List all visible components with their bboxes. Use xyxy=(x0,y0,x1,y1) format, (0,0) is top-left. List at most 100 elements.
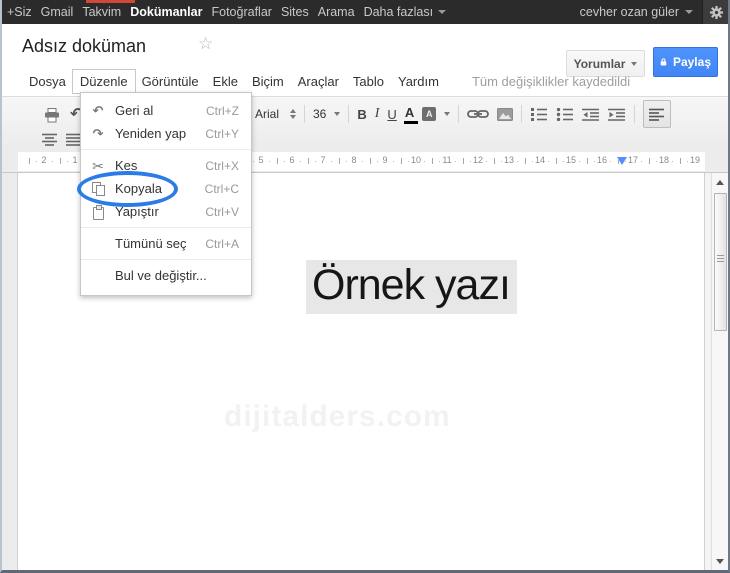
settings-button[interactable] xyxy=(702,0,730,24)
redo-icon xyxy=(89,126,107,142)
scroll-up-button[interactable] xyxy=(712,174,728,190)
toolbar-separator xyxy=(634,105,636,123)
ruler-dot xyxy=(625,161,627,162)
ruler-dot xyxy=(51,161,53,162)
menu-item-kes[interactable]: Kes Ctrl+X xyxy=(81,154,251,177)
ruler-dot xyxy=(563,161,565,162)
ruler-number: 18 xyxy=(658,155,670,165)
topbar-item-dok-manlar[interactable]: Dokümanlar xyxy=(130,5,202,19)
align-center-button[interactable] xyxy=(42,133,58,146)
ruler-tick xyxy=(400,158,402,164)
watermark: dijitalders.com xyxy=(224,400,451,433)
ruler-tick xyxy=(431,158,433,164)
indent-button[interactable] xyxy=(608,108,626,121)
scrollbar-thumb[interactable] xyxy=(714,193,727,331)
menu-item-yap-t-r[interactable]: Yapıştır Ctrl+V xyxy=(81,200,251,223)
highlight-caret-icon[interactable] xyxy=(444,112,451,116)
scroll-down-button[interactable] xyxy=(712,553,728,569)
menu-ara-lar[interactable]: Araçlar xyxy=(291,70,346,93)
topbar-item-takvim[interactable]: Takvim xyxy=(82,5,121,19)
menubar: Dosya Düzenle Görüntüle Ekle Biçim Araçlar Tab… xyxy=(22,68,630,94)
menu-item-shortcut: Ctrl+Z xyxy=(206,103,239,118)
image-icon xyxy=(497,107,514,121)
ruler-tick xyxy=(28,158,30,164)
menu-yard-m[interactable]: Yardım xyxy=(391,70,446,93)
numbered-list-button[interactable] xyxy=(530,107,548,121)
ruler-number: 7 xyxy=(320,155,326,165)
topbar-item-arama[interactable]: Arama xyxy=(318,5,355,19)
vertical-scrollbar[interactable] xyxy=(711,172,728,571)
menu-separator xyxy=(81,227,251,228)
chevron-down-icon xyxy=(438,10,447,14)
menu-item-kopyala[interactable]: Kopyala Ctrl+C xyxy=(81,177,251,200)
font-size-caret-icon[interactable] xyxy=(334,112,341,116)
account-menu[interactable]: cevher ozan güler xyxy=(580,5,693,19)
topbar-right: cevher ozan güler xyxy=(580,0,730,24)
ruler-tick xyxy=(586,158,588,164)
ruler-number: 11 xyxy=(442,155,452,165)
italic-button[interactable]: I xyxy=(375,106,380,122)
ruler-dot xyxy=(454,161,456,162)
ruler-number: 8 xyxy=(351,155,357,165)
menu-item-shortcut: Ctrl+A xyxy=(205,236,239,251)
document-title[interactable]: Adsız doküman xyxy=(22,36,146,57)
ruler-tick xyxy=(59,158,61,164)
topbar-item-foto-raflar[interactable]: Fotoğraflar xyxy=(211,5,271,19)
star-icon[interactable]: ☆ xyxy=(198,34,213,54)
outdent-button[interactable] xyxy=(582,108,600,121)
ruler-dot xyxy=(346,161,348,162)
save-status: Tüm değişiklikler kaydedildi xyxy=(471,73,631,89)
font-family-spinner-icon[interactable] xyxy=(290,109,296,119)
document-text-selected[interactable]: Örnek yazı xyxy=(306,260,517,314)
menu-item-shortcut: Ctrl+X xyxy=(205,158,239,173)
ruler-dot xyxy=(547,161,549,162)
ruler-tick xyxy=(493,158,495,164)
menu-separator xyxy=(81,259,251,260)
paste-icon xyxy=(89,204,107,220)
topbar-item-+siz[interactable]: +Siz xyxy=(7,5,32,19)
underline-button[interactable]: U xyxy=(387,107,396,122)
print-button[interactable] xyxy=(44,107,60,123)
toolbar-separator xyxy=(521,105,523,123)
highlight-color-button[interactable]: A xyxy=(422,107,437,121)
google-docs-window: +Siz Gmail Takvim Dokümanlar Fotoğraflar Site… xyxy=(0,0,730,573)
ruler-dot xyxy=(268,161,270,162)
text-color-button[interactable]: A xyxy=(403,105,418,124)
menu-item-label: Yapıştır xyxy=(115,204,159,219)
bulleted-list-button[interactable] xyxy=(556,107,574,121)
ruler-dot xyxy=(439,161,441,162)
print-icon xyxy=(45,107,59,122)
topbar-item-sites[interactable]: Sites xyxy=(281,5,309,19)
ruler-dot xyxy=(408,161,410,162)
ruler-dot xyxy=(578,161,580,162)
share-button[interactable]: Paylaş xyxy=(653,47,718,77)
ruler-dot xyxy=(361,161,363,162)
menu-item-yeniden-yap[interactable]: Yeniden yap Ctrl+Y xyxy=(81,122,251,145)
topbar-item-gmail[interactable]: Gmail xyxy=(41,5,74,19)
ruler-tick xyxy=(524,158,526,164)
menu-g-r-nt-le[interactable]: Görüntüle xyxy=(135,70,206,93)
font-family-select[interactable]: Arial xyxy=(252,107,282,121)
menu-ekle[interactable]: Ekle xyxy=(206,70,245,93)
insert-image-button[interactable] xyxy=(497,107,514,121)
menu-bi-im[interactable]: Biçim xyxy=(245,70,291,93)
ruler-number: 1 xyxy=(72,155,78,165)
ruler-number: 2 xyxy=(41,155,47,165)
bold-button[interactable]: B xyxy=(357,107,366,122)
font-size-select[interactable]: 36 xyxy=(313,107,326,121)
insert-link-button[interactable] xyxy=(467,108,490,120)
ruler-tick xyxy=(679,158,681,164)
ruler-number: 17 xyxy=(627,155,639,165)
ruler-number: 13 xyxy=(503,155,515,165)
menu-item-bul-ve-de-i-tir[interactable]: Bul ve değiştir... xyxy=(81,264,251,287)
menu-item-t-m-n-se[interactable]: Tümünü seç Ctrl+A xyxy=(81,232,251,255)
topbar-item-daha-fazlas[interactable]: Daha fazlası xyxy=(364,5,447,19)
menu-tablo[interactable]: Tablo xyxy=(346,70,391,93)
align-left-button[interactable] xyxy=(643,100,672,128)
toolbar-separator xyxy=(458,105,460,123)
menu-item-geri-al[interactable]: Geri al Ctrl+Z xyxy=(81,99,251,122)
menu-d-zenle[interactable]: Düzenle xyxy=(71,68,136,94)
menu-dosya[interactable]: Dosya xyxy=(22,70,73,93)
ruler-dot xyxy=(656,161,658,162)
ruler-dot xyxy=(36,161,38,162)
